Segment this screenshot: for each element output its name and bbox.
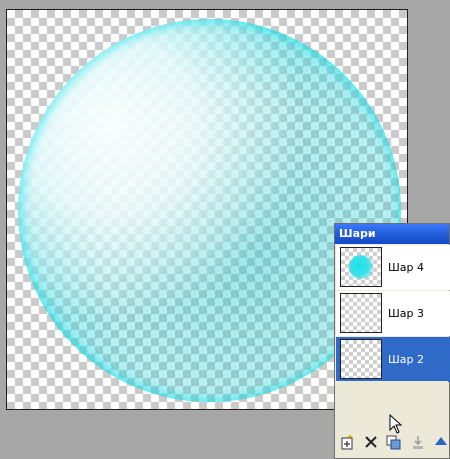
layer-thumbnail bbox=[340, 293, 382, 333]
layers-panel-title[interactable]: Шари bbox=[335, 224, 449, 244]
duplicate-icon bbox=[386, 435, 401, 449]
layer-thumbnail bbox=[340, 339, 382, 379]
duplicate-layer-button[interactable] bbox=[385, 433, 403, 451]
layer-item-4[interactable]: Шар 4 bbox=[336, 245, 450, 290]
layer-name: Шар 4 bbox=[388, 261, 424, 274]
new-layer-button[interactable] bbox=[339, 433, 357, 451]
delete-layer-button[interactable] bbox=[362, 433, 380, 451]
layers-toolbar bbox=[335, 428, 450, 458]
move-up-icon bbox=[435, 437, 447, 445]
layer-item-2[interactable]: Шар 2 bbox=[336, 337, 450, 382]
merge-layer-button[interactable] bbox=[409, 433, 427, 451]
delete-icon bbox=[365, 436, 377, 448]
layer-name: Шар 3 bbox=[388, 307, 424, 320]
new-layer-icon bbox=[341, 434, 353, 449]
layer-item-3[interactable]: Шар 3 bbox=[336, 291, 450, 336]
merge-down-icon bbox=[413, 435, 423, 449]
layer-thumbnail bbox=[340, 247, 382, 287]
layer-name: Шар 2 bbox=[388, 353, 424, 366]
layers-panel: Шари Шар 4 Шар 3 Шар 2 bbox=[334, 223, 450, 459]
move-layer-up-button[interactable] bbox=[432, 433, 450, 451]
